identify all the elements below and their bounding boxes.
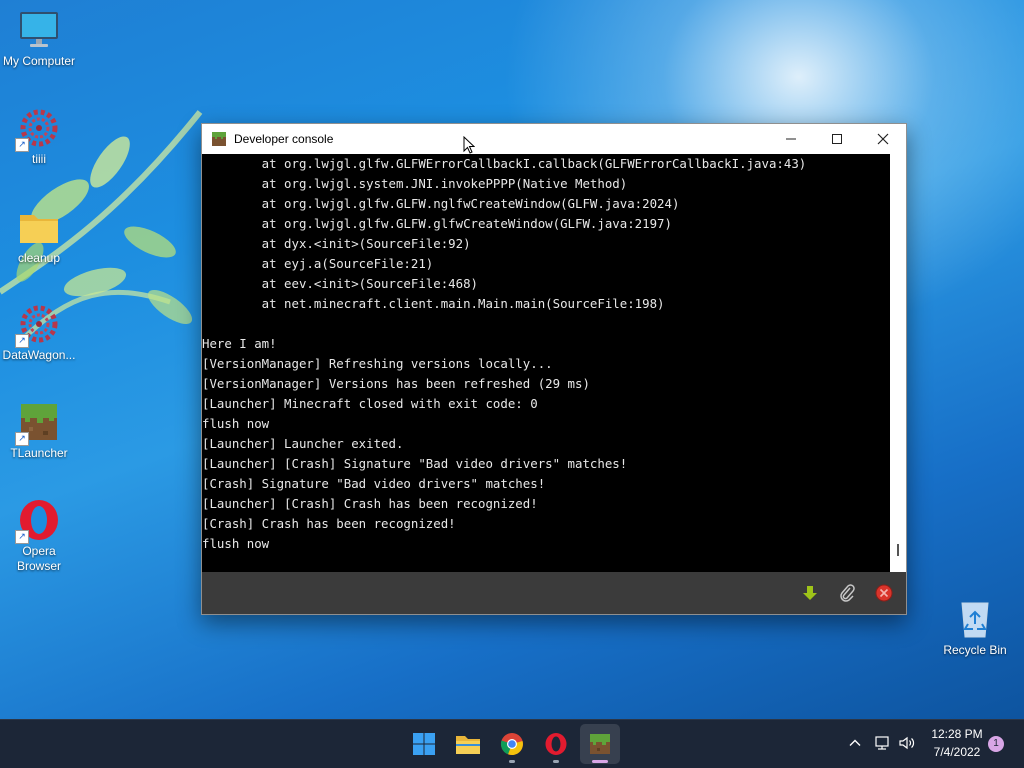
console-line: at eyj.a(SourceFile:21) <box>202 256 434 271</box>
chevron-up-icon <box>849 739 861 746</box>
network-button[interactable] <box>871 732 893 754</box>
volume-button[interactable] <box>896 732 918 754</box>
taskbar-opera[interactable] <box>536 724 576 764</box>
console-line: flush now <box>202 416 270 431</box>
volume-icon <box>899 736 915 750</box>
desktop-icon-label: cleanup <box>17 251 61 265</box>
chrome-icon <box>500 733 523 756</box>
mouse-cursor-icon <box>463 136 475 154</box>
active-indicator <box>592 760 608 763</box>
red-gear-icon: ↗ <box>15 302 61 348</box>
minimize-icon <box>786 138 796 140</box>
desktop-icon-datawagon[interactable]: ↗ DataWagon... <box>0 302 78 363</box>
running-indicator <box>553 760 559 763</box>
console-line: Here I am! <box>202 336 277 351</box>
scrollbar-thumb[interactable] <box>897 544 899 556</box>
console-line: at dyx.<init>(SourceFile:92) <box>202 236 471 251</box>
desktop-icon-recycle-bin[interactable]: Recycle Bin <box>936 597 1014 658</box>
paperclip-icon <box>840 584 855 602</box>
monitor-icon <box>17 8 61 52</box>
window-controls <box>768 124 906 154</box>
console-line: [VersionManager] Versions has been refre… <box>202 376 590 391</box>
console-line: at eev.<init>(SourceFile:468) <box>202 276 479 291</box>
desktop-icon-label: Recycle Bin <box>943 643 1007 657</box>
console-line: [Crash] Crash has been recognized! <box>202 516 456 531</box>
network-icon <box>875 736 889 750</box>
close-icon <box>877 133 889 145</box>
console-line: flush now <box>202 536 270 551</box>
console-output[interactable]: at org.lwjgl.glfw.GLFWErrorCallbackI.cal… <box>202 154 906 572</box>
desktop-icon-label: TLauncher <box>10 446 68 460</box>
show-hidden-icons-button[interactable] <box>844 732 866 754</box>
console-line: [Launcher] Launcher exited. <box>202 436 404 451</box>
desktop-icon-tlauncher[interactable]: ↗ TLauncher <box>0 400 78 461</box>
minimize-button[interactable] <box>768 124 814 154</box>
start-button[interactable] <box>404 724 444 764</box>
clock[interactable]: 12:28 PM 7/4/2022 <box>924 725 990 761</box>
recycle-bin-icon <box>953 597 997 641</box>
console-line: at org.lwjgl.glfw.GLFW.nglfwCreateWindow… <box>202 196 680 211</box>
console-line: at net.minecraft.client.main.Main.main(S… <box>202 296 665 311</box>
window-titlebar[interactable]: Developer console <box>202 124 906 154</box>
taskbar-file-explorer[interactable] <box>448 724 488 764</box>
console-line: [Launcher] [Crash] Crash has been recogn… <box>202 496 538 511</box>
desktop-icon-label: tiiii <box>32 152 46 166</box>
minecraft-icon <box>590 734 610 754</box>
attach-button[interactable] <box>837 583 857 603</box>
taskbar-minecraft[interactable] <box>580 724 620 764</box>
maximize-button[interactable] <box>814 124 860 154</box>
minecraft-grass-block-icon: ↗ <box>15 400 61 446</box>
window-title: Developer console <box>234 132 334 146</box>
folder-icon <box>17 205 61 249</box>
opera-icon: ↗ <box>15 498 61 544</box>
console-line: [Crash] Signature "Bad video drivers" ma… <box>202 476 546 491</box>
desktop-icon-opera[interactable]: ↗ Opera Browser <box>0 498 78 574</box>
running-indicator <box>509 760 515 763</box>
console-line: at org.lwjgl.glfw.GLFWErrorCallbackI.cal… <box>202 156 807 171</box>
close-button[interactable] <box>860 124 906 154</box>
notification-badge[interactable]: 1 <box>988 736 1004 752</box>
developer-console-window: Developer console at org.lwjgl.glfw.GLFW… <box>201 123 907 615</box>
console-lines: at org.lwjgl.glfw.GLFWErrorCallbackI.cal… <box>202 154 890 554</box>
maximize-icon <box>832 134 842 144</box>
opera-icon <box>545 733 567 755</box>
console-line: [Launcher] [Crash] Signature "Bad video … <box>202 456 628 471</box>
desktop-icon-label: Opera Browser <box>16 544 61 573</box>
taskbar: 12:28 PM 7/4/2022 <box>0 719 1024 768</box>
close-circle-icon <box>875 584 893 602</box>
file-explorer-icon <box>456 736 480 754</box>
minecraft-grass-block-icon <box>212 132 226 146</box>
console-footer <box>202 572 906 614</box>
console-line: at org.lwjgl.system.JNI.invokePPPP(Nativ… <box>202 176 628 191</box>
console-line: [Launcher] Minecraft closed with exit co… <box>202 396 538 411</box>
windows-start-icon <box>413 733 435 755</box>
desktop-icon-cleanup[interactable]: cleanup <box>0 205 78 266</box>
clock-date: 7/4/2022 <box>933 745 981 759</box>
shortcut-arrow-icon: ↗ <box>15 138 29 152</box>
red-gear-icon: ↗ <box>15 106 61 152</box>
console-line: [VersionManager] Refreshing versions loc… <box>202 356 553 371</box>
clock-time: 12:28 PM <box>931 727 983 741</box>
desktop-icon-label: My Computer <box>2 54 76 68</box>
desktop-icon-my-computer[interactable]: My Computer <box>0 8 78 69</box>
desktop: My Computer ↗ tiiii cleanup ↗ DataWagon.… <box>0 0 1024 720</box>
desktop-icon-label: DataWagon... <box>2 348 76 362</box>
desktop-icon-tiiii[interactable]: ↗ tiiii <box>0 106 78 167</box>
console-scrollbar[interactable] <box>890 154 906 572</box>
shortcut-arrow-icon: ↗ <box>15 530 29 544</box>
save-log-button[interactable] <box>800 583 820 603</box>
console-line: at org.lwjgl.glfw.GLFW.glfwCreateWindow(… <box>202 216 672 231</box>
shortcut-arrow-icon: ↗ <box>15 334 29 348</box>
taskbar-chrome[interactable] <box>492 724 532 764</box>
kill-process-button[interactable] <box>874 583 894 603</box>
shortcut-arrow-icon: ↗ <box>15 432 29 446</box>
download-arrow-icon <box>803 586 817 600</box>
